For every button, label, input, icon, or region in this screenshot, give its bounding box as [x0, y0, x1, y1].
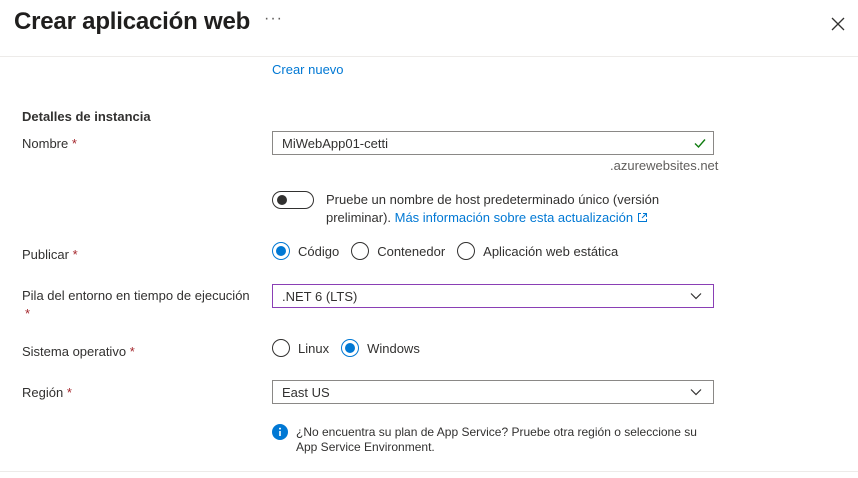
runtime-select-value: .NET 6 (LTS) [282, 288, 358, 304]
footer-divider [0, 471, 858, 472]
section-title: Detalles de instancia [22, 109, 151, 124]
publish-option-container[interactable]: Contenedor [351, 242, 445, 260]
unique-hostname-toggle[interactable] [272, 191, 314, 209]
name-input-value: MiWebApp01-cetti [282, 135, 388, 151]
learn-more-link[interactable]: Más información sobre esta actualización [395, 210, 633, 225]
close-icon[interactable] [826, 12, 850, 36]
header-divider [0, 56, 858, 57]
region-select-value: East US [282, 384, 330, 400]
required-marker: * [71, 136, 77, 151]
checkmark-icon [694, 139, 706, 149]
more-options-icon[interactable]: ··· [264, 10, 283, 28]
domain-suffix: .azurewebsites.net [610, 158, 719, 173]
create-new-link[interactable]: Crear nuevo [272, 62, 344, 77]
toggle-knob [277, 195, 287, 205]
os-radio-group: Linux Windows [272, 339, 432, 357]
publish-label: Publicar * [22, 247, 78, 262]
publish-radio-group: Código Contenedor Aplicación web estátic… [272, 242, 630, 260]
info-message: ¿No encuentra su plan de App Service? Pr… [296, 425, 697, 454]
publish-option-code[interactable]: Código [272, 242, 339, 260]
chevron-down-icon [690, 293, 702, 300]
page-title: Crear aplicación web [14, 8, 251, 35]
external-link-icon [637, 213, 647, 222]
toggle-description: Pruebe un nombre de host predeterminado … [326, 192, 660, 225]
radio-container[interactable] [351, 242, 370, 260]
publish-option-static[interactable]: Aplicación web estática [457, 242, 618, 260]
name-input[interactable]: MiWebApp01-cetti [272, 131, 714, 155]
region-label: Región * [22, 385, 72, 400]
runtime-select[interactable]: .NET 6 (LTS) [272, 284, 714, 308]
runtime-label: Pila del entorno en tiempo de ejecución * [22, 288, 250, 321]
radio-linux[interactable] [272, 339, 290, 357]
os-label: Sistema operativo * [22, 344, 135, 359]
info-icon [272, 424, 288, 440]
radio-code[interactable] [272, 242, 290, 260]
region-select[interactable]: East US [272, 380, 714, 404]
os-option-linux[interactable]: Linux [272, 339, 329, 357]
radio-static[interactable] [457, 242, 476, 260]
name-label: Nombre * [22, 136, 77, 151]
radio-windows[interactable] [341, 339, 360, 357]
os-option-windows[interactable]: Windows [341, 339, 420, 357]
chevron-down-icon [690, 389, 702, 396]
